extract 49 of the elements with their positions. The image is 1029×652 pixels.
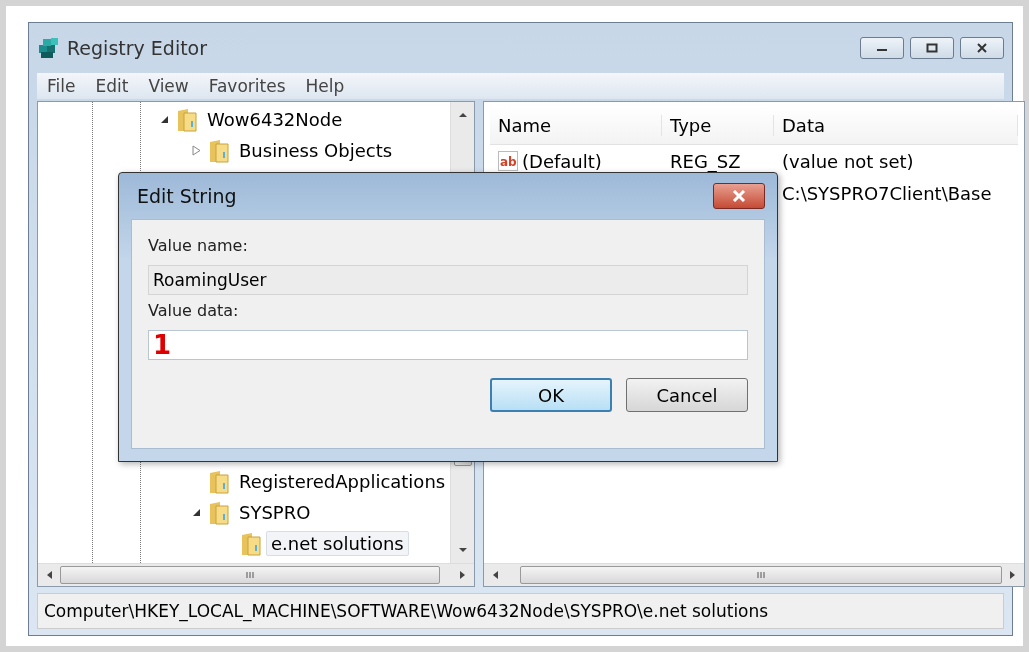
window-title: Registry Editor [67,37,208,59]
expanded-arrow-icon[interactable] [191,508,201,517]
string-value-icon: ab [498,151,518,171]
menu-item[interactable]: Edit [85,76,139,96]
close-icon [976,43,988,53]
column-header[interactable]: Name [490,114,662,136]
column-header[interactable]: Type [662,114,774,136]
grip-icon [756,571,766,579]
value-name[interactable]: (Default) [522,150,602,172]
input-field: RoamingUser [148,265,748,295]
value-data: C:\SYSPRO7Client\Base [782,182,992,204]
maximize-icon [926,43,938,53]
close-button[interactable] [960,37,1004,59]
scrollbar-thumb[interactable] [520,566,1002,584]
tree-item[interactable]: Wow6432Node [202,107,348,132]
tree-item[interactable]: RegisteredApplications [234,469,451,494]
menu-item[interactable]: View [138,76,199,96]
folder-icon [176,106,198,133]
close-button[interactable] [713,183,765,209]
expanded-arrow-icon[interactable] [159,115,169,124]
menu-item[interactable]: Favorites [198,76,296,96]
tree-item[interactable]: e.net solutions [266,531,409,556]
minimize-button[interactable] [860,37,904,59]
maximize-button[interactable] [910,37,954,59]
folder-icon [208,468,230,495]
column-header[interactable]: Data [774,114,1018,136]
tree-item[interactable]: Business Objects [234,138,398,163]
menu-item[interactable]: Help [295,76,355,96]
folder-icon [208,137,230,164]
dialog-title: Edit String [136,185,237,207]
value-type: REG_SZ [670,150,741,172]
close-icon [731,190,747,202]
menu-item[interactable]: File [37,76,86,96]
registry-cubes-icon [37,37,61,59]
input-field[interactable]: 1 [148,330,748,360]
status-bar: Computer\HKEY_LOCAL_MACHINE\SOFTWARE\Wow6432Node\SYSPRO\e.net solutions [37,593,1004,629]
horizontal-scrollbar[interactable] [38,563,474,586]
field-label: Value name: [148,236,249,255]
field-label: Value data: [148,301,240,320]
dialog-button[interactable]: Cancel [626,378,748,412]
folder-icon [208,499,230,526]
grip-icon [245,571,255,579]
value-data: (value not set) [782,150,914,172]
collapsed-arrow-icon[interactable] [191,145,201,156]
dialog-button[interactable]: OK [490,378,612,412]
tree-item[interactable]: SYSPRO [234,500,316,525]
scrollbar-thumb[interactable] [60,566,440,584]
horizontal-scrollbar[interactable] [484,563,1024,586]
folder-icon [240,530,262,557]
